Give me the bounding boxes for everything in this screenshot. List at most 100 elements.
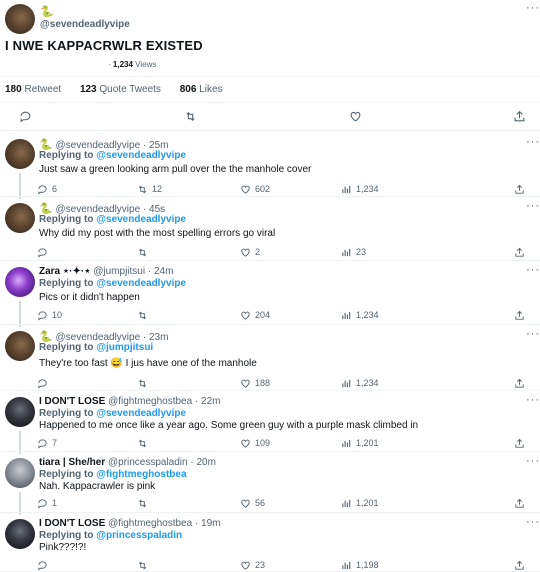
views-button[interactable]: 1,234 [341, 309, 379, 321]
share-icon[interactable] [513, 110, 526, 123]
reply-text: Just saw a green looking arm pull over t… [39, 164, 312, 175]
avatar[interactable] [5, 331, 35, 361]
like-icon [241, 561, 250, 570]
timestamp[interactable]: · 19m [195, 518, 221, 529]
more-options-icon[interactable]: ··· [526, 394, 540, 406]
like-icon[interactable] [349, 110, 362, 123]
retweet-button[interactable]: 12 [137, 183, 162, 195]
replying-to-handle[interactable]: @jumpjitsui [96, 342, 153, 353]
retweet-icon [138, 185, 147, 193]
views-count: 1,234 [356, 184, 379, 194]
views-button[interactable]: 1,234 [341, 183, 379, 195]
timestamp[interactable]: · 22m [195, 396, 221, 407]
reply-button[interactable]: 1 [37, 497, 57, 509]
retweet-button[interactable] [137, 559, 152, 571]
reply-button[interactable]: 10 [37, 309, 62, 321]
reply-tweet[interactable]: tiara | She/her @princesspaladin · 20m ·… [0, 452, 540, 515]
retweet-button[interactable] [137, 377, 152, 389]
author-handle[interactable]: @jumpjitsui [93, 266, 145, 277]
reply-header: I DON'T LOSE @fightmeghostbea · 19m [39, 518, 221, 529]
author-handle[interactable]: @fightmeghostbea [108, 396, 192, 407]
share-button[interactable] [514, 437, 525, 449]
avatar[interactable] [5, 203, 35, 233]
reply-action-bar: 23 1,198 [0, 559, 540, 571]
display-name[interactable]: I DON'T LOSE [39, 518, 105, 529]
retweet-stat[interactable]: 180 Retweet [5, 84, 69, 95]
reply-button[interactable] [37, 246, 52, 258]
more-options-icon[interactable]: ··· [526, 2, 540, 14]
share-button[interactable] [514, 246, 525, 258]
avatar[interactable] [5, 267, 35, 297]
like-button[interactable]: 56 [240, 497, 265, 509]
replying-to-handle[interactable]: @sevendeadlyvipe [96, 408, 186, 419]
like-count: 23 [255, 560, 266, 570]
views-icon [342, 379, 351, 387]
views-button[interactable]: 23 [341, 246, 366, 258]
author-handle[interactable]: @fightmeghostbea [108, 518, 192, 529]
quote-stat[interactable]: 123 Quote Tweets [80, 84, 169, 95]
display-name[interactable]: Zara ⋆·✦·⋆ [39, 266, 90, 277]
share-button[interactable] [514, 559, 525, 571]
share-button[interactable] [514, 377, 525, 389]
like-button[interactable]: 188 [240, 377, 270, 389]
retweet-icon [138, 248, 147, 256]
like-button[interactable]: 109 [240, 437, 270, 449]
like-button[interactable]: 602 [240, 183, 270, 195]
replying-to-handle[interactable]: @sevendeadlyvipe [96, 214, 186, 225]
views-count: 1,201 [356, 498, 379, 508]
more-options-icon[interactable]: ··· [526, 516, 540, 528]
display-name[interactable]: I DON'T LOSE [39, 396, 105, 407]
avatar[interactable] [5, 397, 35, 427]
reply-icon[interactable] [19, 110, 32, 123]
reply-tweet[interactable]: I DON'T LOSE @fightmeghostbea · 19m ··· … [0, 513, 540, 572]
replying-to-handle[interactable]: @sevendeadlyvipe [96, 278, 186, 289]
avatar[interactable] [5, 139, 35, 169]
more-options-icon[interactable]: ··· [526, 136, 540, 148]
retweet-button[interactable] [137, 309, 152, 321]
views-count: 23 [356, 247, 367, 257]
avatar[interactable] [5, 458, 35, 488]
more-options-icon[interactable]: ··· [526, 455, 540, 467]
views-button[interactable]: 1,201 [341, 497, 379, 509]
more-options-icon[interactable]: ··· [526, 200, 540, 212]
reply-tweet[interactable]: 🐍 @sevendeadlyvipe · 23m ··· Replying to… [0, 325, 540, 391]
likes-stat[interactable]: 806 Likes [180, 84, 231, 95]
reply-tweet[interactable]: I DON'T LOSE @fightmeghostbea · 22m ··· … [0, 391, 540, 454]
views-button[interactable]: 1,234 [341, 377, 379, 389]
replying-to-handle[interactable]: @sevendeadlyvipe [96, 150, 186, 161]
retweet-icon[interactable] [184, 110, 197, 123]
like-count: 188 [255, 378, 271, 388]
replying-to-handle[interactable]: @fightmeghostbea [96, 469, 186, 480]
retweet-count: 12 [152, 184, 163, 194]
timestamp[interactable]: · 24m [148, 266, 174, 277]
reply-button[interactable] [37, 377, 52, 389]
views-button[interactable]: 1,201 [341, 437, 379, 449]
author-handle[interactable]: @princesspaladin [108, 457, 188, 468]
reply-tweet[interactable]: Zara ⋆·✦·⋆ @jumpjitsui · 24m ··· Replyin… [0, 261, 540, 327]
like-button[interactable]: 2 [240, 246, 260, 258]
share-button[interactable] [514, 309, 525, 321]
retweet-button[interactable] [137, 497, 152, 509]
reply-tweet[interactable]: 🐍 @sevendeadlyvipe · 25m ··· Replying to… [0, 133, 540, 199]
reply-button[interactable] [37, 559, 52, 571]
share-button[interactable] [514, 497, 525, 509]
replying-to: Replying to @jumpjitsui [39, 342, 154, 353]
display-name[interactable]: tiara | She/her [39, 457, 105, 468]
retweet-button[interactable] [137, 437, 152, 449]
avatar[interactable] [5, 4, 35, 34]
retweet-button[interactable] [137, 246, 152, 258]
timestamp[interactable]: · 20m [190, 457, 216, 468]
views-button[interactable]: 1,198 [341, 559, 379, 571]
divider [0, 76, 540, 77]
author-handle[interactable]: @sevendeadlyvipe [40, 19, 130, 30]
more-options-icon[interactable]: ··· [526, 328, 540, 340]
like-button[interactable]: 23 [240, 559, 265, 571]
like-button[interactable]: 204 [240, 309, 270, 321]
replying-to-handle[interactable]: @princesspaladin [96, 530, 182, 541]
more-options-icon[interactable]: ··· [526, 264, 540, 276]
avatar[interactable] [5, 519, 35, 549]
reply-button[interactable]: 6 [37, 183, 57, 195]
share-button[interactable] [514, 183, 525, 195]
reply-button[interactable]: 7 [37, 437, 57, 449]
reply-tweet[interactable]: 🐍 @sevendeadlyvipe · 45s ··· Replying to… [0, 197, 540, 261]
